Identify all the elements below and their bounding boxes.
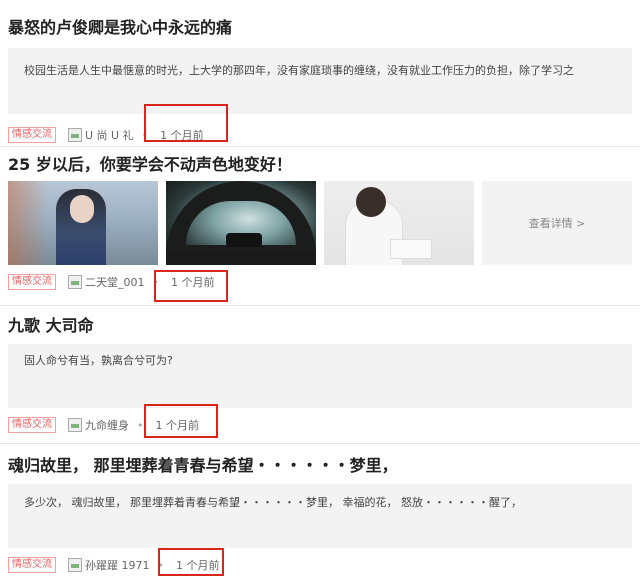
article-meta: 情感交流 二天堂_001 • 1 个月前 xyxy=(8,269,632,295)
article-card-4: 魂归故里， 那里埋葬着青春与希望・・・・・・梦里， 多少次， 魂归故里， 那里埋… xyxy=(0,444,640,578)
article-excerpt[interactable]: 固人命兮有当，孰离合兮可为? xyxy=(8,344,632,408)
article-title[interactable]: 九歌 大司命 xyxy=(8,306,632,336)
time-highlight-box xyxy=(154,270,228,302)
article-excerpt[interactable]: 多少次， 魂归故里， 那里埋葬着青春与希望・・・・・・梦里， 幸福的花， 怒放・… xyxy=(8,484,632,548)
view-details-label: 查看详情 > xyxy=(528,217,586,230)
article-meta: 情感交流 孙躍躍 1971 • 1 个月前 xyxy=(8,552,632,578)
author-name[interactable]: 孙躍躍 1971 xyxy=(85,557,150,573)
category-tag[interactable]: 情感交流 xyxy=(8,417,56,433)
article-title[interactable]: 魂归故里， 那里埋葬着青春与希望・・・・・・梦里， xyxy=(8,444,632,476)
article-card-2: 25 岁以后，你要学会不动声色地变好！ 查看详情 > 情感交流 二天堂_001 … xyxy=(0,147,640,306)
article-feed: 暴怒的卢俊卿是我心中永远的痛 校园生活是人生中最惬意的时光，上大学的那四年，没有… xyxy=(0,0,640,578)
time-highlight-box xyxy=(144,104,228,142)
author-name[interactable]: 九命缠身 xyxy=(85,417,129,433)
article-image-1[interactable] xyxy=(8,181,158,265)
meta-separator: • xyxy=(137,418,144,432)
author-name[interactable]: 二天堂_001 xyxy=(85,274,145,290)
article-meta: 情感交流 九命缠身 • 1 个月前 xyxy=(8,412,632,438)
avatar-placeholder-icon xyxy=(68,418,82,432)
view-details-button[interactable]: 查看详情 > xyxy=(482,181,632,265)
category-tag[interactable]: 情感交流 xyxy=(8,557,56,573)
image-gallery: 查看详情 > xyxy=(8,181,632,265)
article-excerpt[interactable]: 校园生活是人生中最惬意的时光，上大学的那四年，没有家庭琐事的缠绕，没有就业工作压… xyxy=(8,48,632,114)
author-name[interactable]: U 尚 U 礼 xyxy=(85,127,134,143)
article-card-1: 暴怒的卢俊卿是我心中永远的痛 校园生活是人生中最惬意的时光，上大学的那四年，没有… xyxy=(0,0,640,147)
time-highlight-box xyxy=(144,404,218,438)
article-title[interactable]: 暴怒的卢俊卿是我心中永远的痛 xyxy=(8,0,632,38)
avatar-placeholder-icon xyxy=(68,558,82,572)
avatar-placeholder-icon xyxy=(68,128,82,142)
article-title[interactable]: 25 岁以后，你要学会不动声色地变好！ xyxy=(8,147,632,175)
category-tag[interactable]: 情感交流 xyxy=(8,127,56,143)
category-tag[interactable]: 情感交流 xyxy=(8,274,56,290)
time-highlight-box xyxy=(158,548,224,576)
article-card-3: 九歌 大司命 固人命兮有当，孰离合兮可为? 情感交流 九命缠身 • 1 个月前 xyxy=(0,306,640,444)
article-image-2[interactable] xyxy=(166,181,316,265)
article-meta: 情感交流 U 尚 U 礼 • 1 个月前 xyxy=(8,122,632,148)
avatar-placeholder-icon xyxy=(68,275,82,289)
article-image-3[interactable] xyxy=(324,181,474,265)
